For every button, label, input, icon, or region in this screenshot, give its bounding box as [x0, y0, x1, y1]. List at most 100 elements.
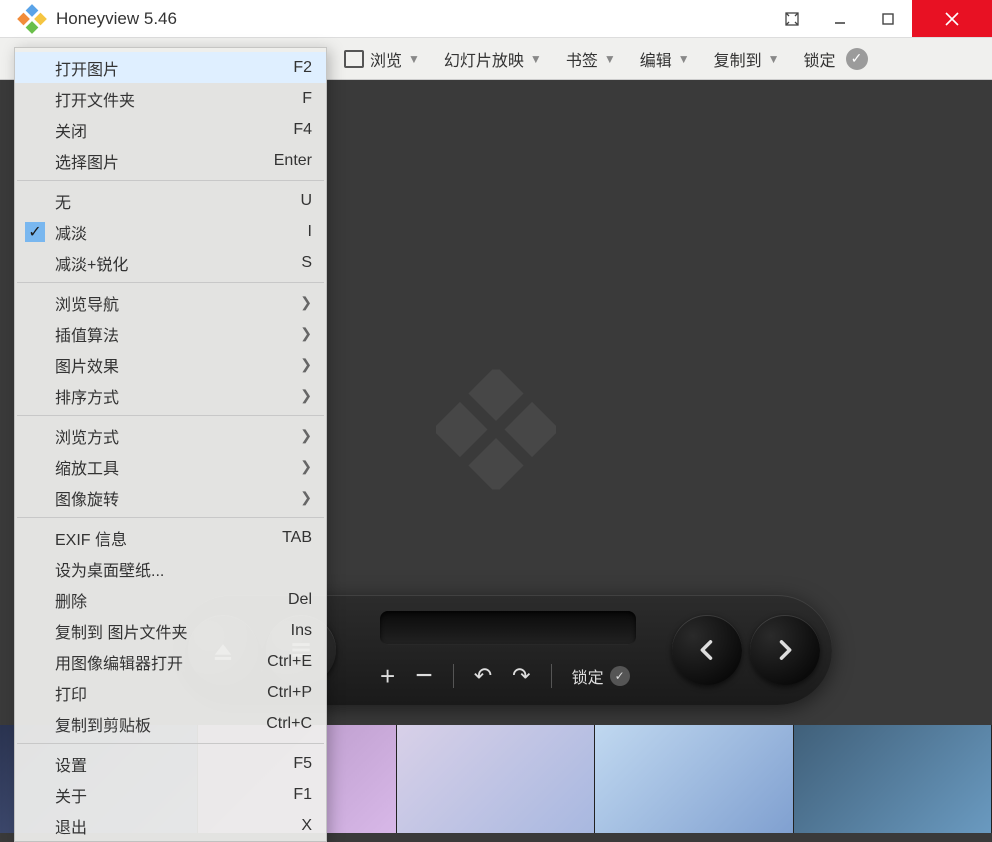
menu-item-shortcut: F2 [293, 59, 312, 77]
chevron-down-icon: ▼ [408, 52, 420, 66]
toolbar-lock[interactable]: 锁定 ✓ [792, 43, 880, 75]
menu-item-shortcut: S [301, 254, 312, 272]
zoom-in-button[interactable]: + [380, 661, 395, 692]
menu-item-label: 无 [55, 189, 71, 213]
menu-item-label: 浏览导航 [55, 291, 119, 315]
toolbar-browse-label: 浏览 [370, 47, 402, 71]
maximize-button[interactable] [864, 0, 912, 37]
window-title: Honeyview 5.46 [56, 9, 768, 29]
chevron-right-icon: ❯ [300, 356, 312, 373]
chevron-right-icon: ❯ [300, 325, 312, 342]
toolbar-edit[interactable]: 编辑 ▼ [628, 43, 702, 75]
menu-item-label: 删除 [55, 588, 87, 612]
lock-toggle[interactable]: 锁定 ✓ [572, 664, 630, 688]
menu-item[interactable]: 退出X [15, 810, 326, 841]
chevron-right-icon: ❯ [300, 489, 312, 506]
chevron-down-icon: ▼ [604, 52, 616, 66]
fullscreen-button[interactable] [768, 0, 816, 37]
separator [453, 664, 454, 688]
menu-item-shortcut: U [300, 192, 312, 210]
menu-item-shortcut: Ctrl+C [266, 715, 312, 733]
rotate-cw-button[interactable]: ↷ [512, 663, 530, 689]
menu-item-label: 减淡 [55, 220, 87, 244]
menu-item-label: 图片效果 [55, 353, 119, 377]
menu-item-label: 复制到剪贴板 [55, 712, 151, 736]
menu-item[interactable]: 浏览方式❯ [15, 420, 326, 451]
toolbar-slideshow[interactable]: 幻灯片放映 ▼ [432, 43, 554, 75]
context-menu: 打开图片F2打开文件夹F关闭F4选择图片Enter无U✓减淡I减淡+锐化S浏览导… [14, 47, 327, 842]
menu-item[interactable]: 复制到剪贴板 Ctrl+C [15, 708, 326, 739]
menu-item[interactable]: 打开文件夹F [15, 83, 326, 114]
rotate-ccw-button[interactable]: ↶ [474, 663, 492, 689]
menu-item[interactable]: 用图像编辑器打开Ctrl+E [15, 646, 326, 677]
toolbar-browse[interactable]: 浏览 ▼ [338, 43, 432, 75]
menu-item-shortcut: TAB [282, 529, 312, 547]
menu-item-label: 复制到 图片文件夹 [55, 619, 187, 643]
menu-item[interactable]: 关于 F1 [15, 779, 326, 810]
menu-item[interactable]: 浏览导航 ❯ [15, 287, 326, 318]
menu-item[interactable]: 选择图片Enter [15, 145, 326, 176]
thumbnail[interactable] [397, 725, 595, 833]
menu-item-shortcut: Del [288, 591, 312, 609]
toolbar-bookmark[interactable]: 书签 ▼ [554, 43, 628, 75]
close-button[interactable] [912, 0, 992, 37]
menu-item-label: 打开文件夹 [55, 87, 135, 111]
menu-item-label: 设置 [55, 752, 87, 776]
window-controls [768, 0, 992, 37]
menu-item[interactable]: ✓减淡I [15, 216, 326, 247]
menu-item-label: 关闭 [55, 118, 87, 142]
progress-slider[interactable] [380, 611, 636, 645]
menu-item[interactable]: EXIF 信息TAB [15, 522, 326, 553]
menu-item[interactable]: 复制到 图片文件夹 Ins [15, 615, 326, 646]
thumbnail[interactable] [794, 725, 992, 833]
menu-item[interactable]: 打印Ctrl+P [15, 677, 326, 708]
zoom-out-button[interactable]: − [415, 659, 433, 693]
chevron-right-icon: ❯ [300, 294, 312, 311]
menu-item-shortcut: Enter [274, 152, 312, 170]
menu-item[interactable]: 减淡+锐化 S [15, 247, 326, 278]
chevron-down-icon: ▼ [530, 52, 542, 66]
menu-separator [17, 743, 324, 744]
chevron-down-icon: ▼ [768, 52, 780, 66]
menu-item[interactable]: 无U [15, 185, 326, 216]
menu-item[interactable]: 排序方式❯ [15, 380, 326, 411]
menu-item[interactable]: 图像旋转 ❯ [15, 482, 326, 513]
menu-separator [17, 180, 324, 181]
placeholder-logo [436, 369, 556, 494]
lock-toggle-label: 锁定 [572, 664, 604, 688]
menu-item[interactable]: 插值算法❯ [15, 318, 326, 349]
menu-item-label: 关于 [55, 783, 87, 807]
minimize-button[interactable] [816, 0, 864, 37]
menu-item-label: 打开图片 [55, 56, 119, 80]
menu-separator [17, 517, 324, 518]
menu-item[interactable]: 关闭 F4 [15, 114, 326, 145]
menu-item-label: 图像旋转 [55, 486, 119, 510]
menu-item[interactable]: 设为桌面壁纸... [15, 553, 326, 584]
menu-item-shortcut: F1 [293, 786, 312, 804]
toolbar-copyto[interactable]: 复制到 ▼ [702, 43, 792, 75]
menu-item-shortcut: Ins [291, 622, 312, 640]
next-button[interactable] [750, 615, 820, 685]
menu-item-label: 打印 [55, 681, 87, 705]
menu-item-shortcut: F4 [293, 121, 312, 139]
menu-item-label: 缩放工具 [55, 455, 119, 479]
check-icon: ✓ [610, 666, 630, 686]
menu-item[interactable]: 图片效果 ❯ [15, 349, 326, 380]
menu-item-label: 设为桌面壁纸... [55, 557, 164, 581]
toolbar-bookmark-label: 书签 [566, 47, 598, 71]
thumbnail[interactable] [595, 725, 793, 833]
menu-separator [17, 415, 324, 416]
prev-button[interactable] [672, 615, 742, 685]
menu-item[interactable]: 缩放工具❯ [15, 451, 326, 482]
menu-item[interactable]: 设置 F5 [15, 748, 326, 779]
toolbar-slideshow-label: 幻灯片放映 [444, 47, 524, 71]
toolbar-copyto-label: 复制到 [714, 47, 762, 71]
menu-item[interactable]: 打开图片 F2 [15, 52, 326, 83]
menu-item[interactable]: 删除 Del [15, 584, 326, 615]
menu-item-shortcut: F5 [293, 755, 312, 773]
menu-item-label: 浏览方式 [55, 424, 119, 448]
separator [551, 664, 552, 688]
menu-item-label: 减淡+锐化 [55, 251, 128, 275]
chevron-right-icon: ❯ [300, 387, 312, 404]
toolbar-edit-label: 编辑 [640, 47, 672, 71]
